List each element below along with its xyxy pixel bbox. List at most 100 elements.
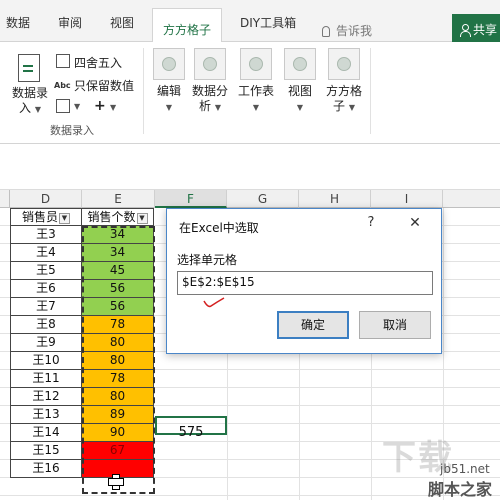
edit-label: 编辑 xyxy=(156,84,181,98)
tab-fangfang[interactable]: 方方格子 xyxy=(152,8,223,43)
edit-button-icon[interactable] xyxy=(153,48,185,80)
worksheet-button-icon[interactable] xyxy=(240,48,272,80)
view-button-icon[interactable] xyxy=(284,48,316,80)
group-label-data-entry: 数据录入 xyxy=(50,124,94,137)
red-check-mark-icon xyxy=(203,297,225,308)
edit-cell-icon[interactable] xyxy=(56,99,70,113)
sales-count-cell[interactable]: 78 xyxy=(82,316,154,334)
salesperson-cell[interactable]: 王6 xyxy=(10,280,82,298)
tell-me-search[interactable]: 告诉我 xyxy=(322,22,372,39)
salesperson-cell[interactable]: 王7 xyxy=(10,298,82,316)
column-header-f[interactable]: F xyxy=(155,190,227,208)
filter-dropdown-icon[interactable]: ▼ xyxy=(59,213,70,224)
view-button[interactable]: 视图 ▼ xyxy=(280,84,320,115)
chevron-down-icon: ▼ xyxy=(348,103,355,112)
chevron-down-icon: ▼ xyxy=(252,103,260,112)
salesperson-cell[interactable]: 王10 xyxy=(10,352,82,370)
chevron-down-icon: ▼ xyxy=(296,103,304,112)
fangfang-button[interactable]: 方方格子 ▼ xyxy=(322,84,366,115)
sales-count-cell[interactable]: 78 xyxy=(82,370,154,388)
data-analysis-label: 数据分析 xyxy=(191,84,228,113)
sales-count-cell[interactable]: 56 xyxy=(82,298,154,316)
column-header-next[interactable] xyxy=(443,190,500,208)
ok-button[interactable]: 确定 xyxy=(277,311,349,339)
share-button[interactable]: 共享 xyxy=(452,14,500,42)
column-header-d[interactable]: D xyxy=(10,190,82,208)
tab-review[interactable]: 审阅 xyxy=(58,14,82,42)
column-header-h[interactable]: H xyxy=(299,190,371,208)
round-icon xyxy=(56,54,70,68)
sales-count-cell[interactable]: 34 xyxy=(82,244,154,262)
salesperson-cell[interactable]: 王16 xyxy=(10,460,82,478)
worksheet-button[interactable]: 工作表 ▼ xyxy=(238,84,274,115)
chevron-down-icon: ▼ xyxy=(110,103,117,112)
edit-button[interactable]: 编辑 ▼ xyxy=(148,84,190,115)
salesperson-cell[interactable]: 王4 xyxy=(10,244,82,262)
header-cell-salesperson[interactable]: 销售员 ▼ xyxy=(10,208,82,226)
help-button[interactable]: ? xyxy=(363,215,379,233)
select-all-corner[interactable] xyxy=(0,190,10,208)
filter-dropdown-icon[interactable]: ▼ xyxy=(136,213,148,224)
dialog-title: 在Excel中选取 xyxy=(179,221,259,235)
view-icon xyxy=(293,57,307,71)
select-cell-label: 选择单元格 xyxy=(177,253,238,267)
sales-count-cell[interactable]: 34 xyxy=(82,226,154,244)
column-header-g[interactable]: G xyxy=(227,190,299,208)
tab-view[interactable]: 视图 xyxy=(110,14,134,42)
salesperson-cell[interactable]: 王14 xyxy=(10,424,82,442)
sales-count-cell[interactable]: 89 xyxy=(82,406,154,424)
salesperson-cell[interactable]: 王11 xyxy=(10,370,82,388)
sales-count-cell[interactable]: 67 xyxy=(82,442,154,460)
data-entry-label: 数据录入 xyxy=(11,86,48,115)
cell-cursor-icon xyxy=(108,474,124,490)
view-label: 视图 xyxy=(287,84,312,98)
worksheet-label: 工作表 xyxy=(238,84,275,98)
data-entry-button[interactable]: 数据录入 ▼ xyxy=(10,86,50,117)
header-cell-sales-count[interactable]: 销售个数 ▼ xyxy=(82,208,154,226)
salesperson-cell[interactable]: 王5 xyxy=(10,262,82,280)
cancel-button[interactable]: 取消 xyxy=(359,311,431,339)
fangfang-label: 方方格子 xyxy=(325,84,362,113)
fangfang-icon xyxy=(337,57,351,71)
salesperson-cell[interactable]: 王12 xyxy=(10,388,82,406)
worksheet-icon xyxy=(249,57,263,71)
salesperson-cell[interactable]: 王3 xyxy=(10,226,82,244)
sales-count-cell[interactable]: 80 xyxy=(82,388,154,406)
share-label: 共享 xyxy=(473,23,498,37)
sales-count-cell[interactable]: 45 xyxy=(82,262,154,280)
sales-count-cell[interactable]: 56 xyxy=(82,280,154,298)
column-header-i[interactable]: I xyxy=(371,190,443,208)
plus-button[interactable]: + xyxy=(94,98,106,114)
select-range-dialog: 在Excel中选取 ? ✕ 选择单元格 $E$2:$E$15 确定 取消 xyxy=(166,208,442,354)
data-analysis-button-icon[interactable] xyxy=(194,48,226,80)
plus-dropdown[interactable]: ▼ xyxy=(110,99,116,113)
data-analysis-button[interactable]: 数据分析 ▼ xyxy=(190,84,230,115)
round-button[interactable]: 四舍五入 xyxy=(74,54,122,71)
tab-diy-toolbox[interactable]: DIY工具箱 xyxy=(240,14,296,42)
tab-data[interactable]: 数据 xyxy=(6,14,30,42)
tell-me-label: 告诉我 xyxy=(336,24,373,38)
sum-cell[interactable]: 575 xyxy=(155,424,227,442)
salesperson-cell[interactable]: 王13 xyxy=(10,406,82,424)
sales-count-cell[interactable]: 80 xyxy=(82,352,154,370)
chevron-down-icon: ▼ xyxy=(74,102,81,111)
salesperson-cell[interactable]: 王15 xyxy=(10,442,82,460)
chevron-down-icon: ▼ xyxy=(34,105,41,114)
formula-area xyxy=(0,144,500,190)
watermark-site-name: 脚本之家 xyxy=(428,480,493,499)
column-header-e[interactable]: E xyxy=(82,190,155,208)
close-button[interactable]: ✕ xyxy=(407,215,423,233)
group-separator xyxy=(143,48,144,134)
header-sales-count-label: 销售个数 xyxy=(87,210,136,224)
group-separator xyxy=(370,48,371,134)
keep-values-button[interactable]: 只保留数值 xyxy=(74,77,134,94)
chevron-down-icon: ▼ xyxy=(165,103,173,112)
range-input[interactable]: $E$2:$E$15 xyxy=(177,271,433,295)
salesperson-cell[interactable]: 王9 xyxy=(10,334,82,352)
fangfang-button-icon[interactable] xyxy=(328,48,360,80)
data-analysis-icon xyxy=(203,57,217,71)
sales-count-cell[interactable]: 80 xyxy=(82,334,154,352)
edit-cell-dropdown[interactable]: ▼ xyxy=(74,98,80,112)
sales-count-cell[interactable]: 90 xyxy=(82,424,154,442)
salesperson-cell[interactable]: 王8 xyxy=(10,316,82,334)
